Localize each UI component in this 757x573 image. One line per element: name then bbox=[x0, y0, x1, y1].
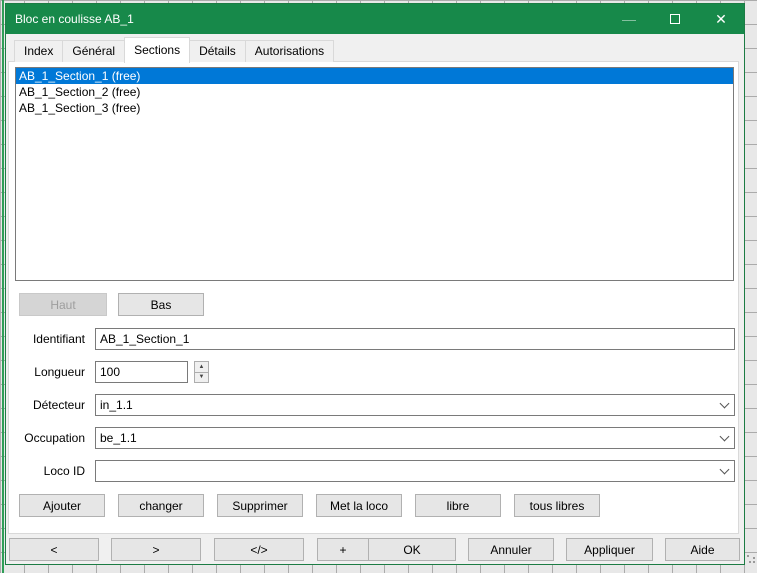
move-down-button[interactable]: Bas bbox=[118, 293, 204, 316]
occupation-combobox[interactable]: be_1.1 bbox=[95, 427, 735, 449]
close-icon: ✕ bbox=[715, 11, 727, 28]
next-button[interactable]: > bbox=[111, 538, 201, 561]
dialog-bloc-en-coulisse: Bloc en coulisse AB_1 — ✕ Index Général … bbox=[5, 3, 745, 565]
annuler-button[interactable]: Annuler bbox=[468, 538, 554, 561]
loco-id-label: Loco ID bbox=[9, 460, 85, 482]
detecteur-label: Détecteur bbox=[9, 394, 85, 416]
tous-libres-button[interactable]: tous libres bbox=[514, 494, 600, 517]
supprimer-button[interactable]: Supprimer bbox=[217, 494, 303, 517]
appliquer-button[interactable]: Appliquer bbox=[566, 538, 653, 561]
plus-button[interactable]: + bbox=[317, 538, 369, 561]
spin-up-icon[interactable]: ▲ bbox=[195, 362, 208, 373]
maximize-button[interactable] bbox=[652, 4, 698, 34]
prev-button[interactable]: < bbox=[9, 538, 99, 561]
chevron-down-icon[interactable] bbox=[714, 404, 734, 407]
longueur-input[interactable] bbox=[95, 361, 188, 383]
maximize-icon bbox=[670, 14, 680, 24]
tab-index[interactable]: Index bbox=[14, 40, 63, 62]
libre-button[interactable]: libre bbox=[415, 494, 501, 517]
detecteur-value: in_1.1 bbox=[96, 398, 714, 412]
move-up-button[interactable]: Haut bbox=[19, 293, 107, 316]
longueur-spinner: ▲ ▼ bbox=[194, 361, 209, 383]
list-item[interactable]: AB_1_Section_1 (free) bbox=[16, 68, 733, 84]
identifiant-label: Identifiant bbox=[9, 328, 85, 350]
tab-strip: Index Général Sections Détails Autorisat… bbox=[14, 36, 333, 62]
identifiant-input[interactable] bbox=[95, 328, 735, 350]
window-title: Bloc en coulisse AB_1 bbox=[6, 12, 606, 26]
close-button[interactable]: ✕ bbox=[698, 4, 744, 34]
chevron-down-icon[interactable] bbox=[714, 437, 734, 440]
chevron-down-icon[interactable] bbox=[714, 470, 734, 473]
changer-button[interactable]: changer bbox=[118, 494, 204, 517]
code-button[interactable]: </> bbox=[214, 538, 304, 561]
detecteur-combobox[interactable]: in_1.1 bbox=[95, 394, 735, 416]
met-la-loco-button[interactable]: Met la loco bbox=[316, 494, 402, 517]
loco-id-combobox[interactable] bbox=[95, 460, 735, 482]
occupation-label: Occupation bbox=[9, 427, 85, 449]
ok-button[interactable]: OK bbox=[368, 538, 456, 561]
minimize-button[interactable]: — bbox=[606, 4, 652, 34]
minimize-icon: — bbox=[622, 11, 636, 27]
occupation-value: be_1.1 bbox=[96, 431, 714, 445]
ajouter-button[interactable]: Ajouter bbox=[19, 494, 105, 517]
tab-sections[interactable]: Sections bbox=[124, 37, 190, 63]
aide-button[interactable]: Aide bbox=[665, 538, 740, 561]
spin-down-icon[interactable]: ▼ bbox=[195, 373, 208, 383]
list-item[interactable]: AB_1_Section_2 (free) bbox=[16, 84, 733, 100]
background-grid-line bbox=[2, 0, 4, 573]
sections-listbox[interactable]: AB_1_Section_1 (free) AB_1_Section_2 (fr… bbox=[15, 67, 734, 281]
longueur-label: Longueur bbox=[9, 361, 85, 383]
tab-details[interactable]: Détails bbox=[189, 40, 246, 62]
sections-tab-page: AB_1_Section_1 (free) AB_1_Section_2 (fr… bbox=[8, 61, 739, 534]
tab-autorisations[interactable]: Autorisations bbox=[245, 40, 334, 62]
list-item[interactable]: AB_1_Section_3 (free) bbox=[16, 100, 733, 116]
titlebar[interactable]: Bloc en coulisse AB_1 — ✕ bbox=[6, 4, 744, 34]
tab-general[interactable]: Général bbox=[62, 40, 125, 62]
resize-grip-icon[interactable] bbox=[747, 555, 757, 565]
